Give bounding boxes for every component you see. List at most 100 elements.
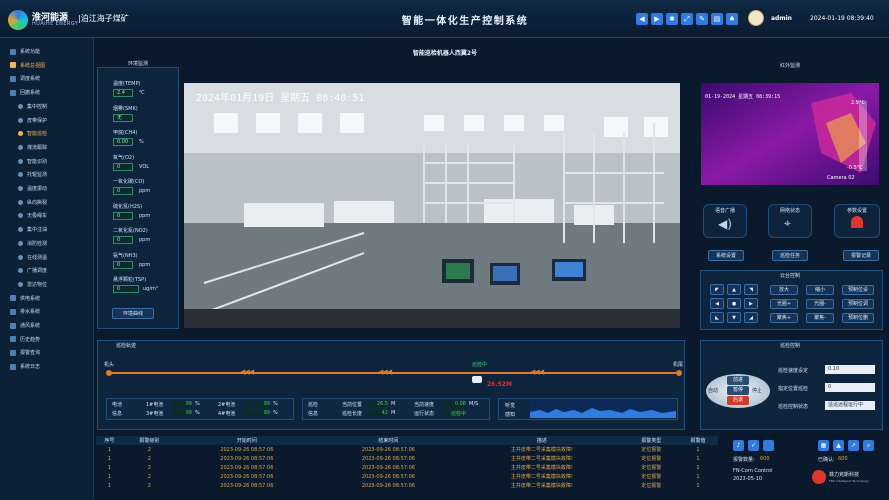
ptz-button[interactable]: 聚焦+ bbox=[770, 313, 798, 323]
sidebar-item[interactable]: 智能巡检 bbox=[0, 128, 94, 141]
sidebar-item[interactable]: 供电系统 bbox=[0, 293, 94, 306]
sidebar-item[interactable]: 雷达物位 bbox=[0, 279, 94, 292]
table-row[interactable]: 1 2 2023-09-26 08:57:06 2023-09-26 08:57:06… bbox=[96, 472, 718, 481]
down-right-arrow-icon[interactable]: ◢ bbox=[744, 312, 758, 323]
infrared-view[interactable]: 01-19-2024 星期五 08:39:15 2.9°C -0.5°C Cam… bbox=[701, 83, 879, 185]
sidebar-item-label: 纵向撕裂 bbox=[27, 199, 48, 206]
down-arrow-icon[interactable]: ▼ bbox=[727, 312, 741, 323]
down-left-arrow-icon[interactable]: ◣ bbox=[710, 312, 724, 323]
print-icon[interactable]: ▤ bbox=[711, 13, 723, 25]
sidebar-item[interactable]: 煤流跟踪 bbox=[0, 142, 94, 155]
patrol-task-button[interactable]: 巡检任务 bbox=[772, 250, 808, 261]
camera-feed[interactable]: 2024年01月19日 星期五 08:40:51 bbox=[184, 83, 680, 328]
alarm-cell: 定位报警 bbox=[641, 447, 662, 453]
arrow-right-icon[interactable]: ▶ bbox=[651, 13, 663, 25]
sidebar-item[interactable]: 皮带保护 bbox=[0, 115, 94, 128]
sidebar-item[interactable]: 广播调度 bbox=[0, 265, 94, 278]
sidebar-item[interactable]: 无极绳车 bbox=[0, 210, 94, 223]
sidebar-item[interactable]: 通风系统 bbox=[0, 320, 94, 333]
alarm-column-header: 描述 bbox=[459, 436, 625, 445]
battery-row-label: 信息 bbox=[112, 411, 123, 417]
alarm-cell: 2 bbox=[147, 446, 151, 453]
stop-button[interactable]: 停止 bbox=[752, 387, 762, 394]
check-icon[interactable]: ✓ bbox=[748, 440, 759, 451]
alarm-cell: 1 bbox=[696, 446, 700, 453]
track-right-label: 机尾 bbox=[673, 362, 684, 368]
settings-icon[interactable]: ✱ bbox=[666, 13, 678, 25]
sensor-unit: ℃ bbox=[139, 90, 145, 96]
ptz-button[interactable]: 放大 bbox=[770, 285, 798, 295]
expand-icon[interactable]: ⤢ bbox=[681, 13, 693, 25]
infrared-stamp: 01-19-2024 星期五 08:39:15 bbox=[705, 94, 781, 100]
chart-icon[interactable]: ▲ bbox=[833, 440, 844, 451]
sidebar-item[interactable]: 纵向撕裂 bbox=[0, 197, 94, 210]
edit-icon[interactable]: ✎ bbox=[696, 13, 708, 25]
sidebar-item[interactable]: 在线测温 bbox=[0, 252, 94, 265]
track-status: 巡检中 bbox=[472, 362, 488, 368]
sidebar-item[interactable]: 系统日志 bbox=[0, 361, 94, 374]
ptz-button[interactable]: 光圈- bbox=[806, 299, 834, 309]
sidebar-item[interactable]: 回撤系统 bbox=[0, 87, 94, 100]
sidebar-item[interactable]: 系统功能 bbox=[0, 46, 94, 59]
table-row[interactable]: 1 2 2023-09-26 08:57:06 2023-09-26 08:57:06… bbox=[96, 481, 718, 490]
avatar[interactable] bbox=[748, 10, 764, 26]
alarm-cell: 2023-09-26 08:57:06 bbox=[220, 446, 274, 453]
audio-label-1: 听觉 bbox=[505, 403, 516, 409]
left-arrow-icon[interactable]: ◀ bbox=[710, 298, 724, 309]
pause-button[interactable]: 暂停 bbox=[727, 386, 749, 395]
grid-icon[interactable]: ▦ bbox=[818, 440, 829, 451]
control-row-value[interactable]: 遥遥远程运行中 bbox=[825, 401, 875, 410]
sound-icon[interactable]: ♪ bbox=[733, 440, 744, 451]
ptz-button[interactable]: 聚焦- bbox=[806, 313, 834, 323]
sidebar-item[interactable]: 托辊监测 bbox=[0, 169, 94, 182]
sidebar-item[interactable]: 消防检测 bbox=[0, 238, 94, 251]
sidebar-item[interactable]: 智能识别 bbox=[0, 156, 94, 169]
sidebar-item[interactable]: 历史趋势 bbox=[0, 334, 94, 347]
sidebar-item-icon bbox=[18, 268, 23, 274]
backward-button[interactable]: 后退 bbox=[727, 396, 749, 405]
up-left-arrow-icon[interactable]: ◤ bbox=[710, 284, 724, 295]
alarm-cell: 1 bbox=[696, 482, 700, 489]
sidebar-item[interactable]: 排水系统 bbox=[0, 306, 94, 319]
alarm-cell: 2 bbox=[147, 473, 151, 480]
auto-button[interactable]: 自动 bbox=[708, 387, 718, 394]
sidebar-item[interactable]: 系统总视图 bbox=[0, 60, 94, 73]
shirt-icon[interactable]: ♠ bbox=[726, 13, 738, 25]
trend-icon[interactable]: ↗ bbox=[848, 440, 859, 451]
forward-button[interactable]: 前进 bbox=[727, 376, 749, 385]
table-row[interactable]: 1 2 2023-09-26 08:57:06 2023-09-26 08:57:06… bbox=[96, 454, 718, 463]
system-settings-button[interactable]: 系统设置 bbox=[708, 250, 744, 261]
ptz-button[interactable]: 预制位删 bbox=[842, 313, 874, 323]
sidebar-item-label: 广播调度 bbox=[27, 268, 48, 275]
sidebar-item[interactable]: 集中控制 bbox=[0, 101, 94, 114]
sensor-label: 烟雾(SMK) bbox=[113, 105, 138, 112]
ptz-button[interactable]: 预制位调 bbox=[842, 299, 874, 309]
right-arrow-icon[interactable]: ▶ bbox=[744, 298, 758, 309]
table-row[interactable]: 1 2 2023-09-26 08:57:06 2023-09-26 08:57:06… bbox=[96, 445, 718, 454]
version-date: 2023-05-10 bbox=[733, 476, 763, 482]
sidebar-item[interactable]: 调度系统 bbox=[0, 73, 94, 86]
sidebar-item-icon bbox=[18, 227, 23, 233]
control-row-value[interactable]: 0 bbox=[825, 383, 875, 392]
ptz-button[interactable]: 预制位设 bbox=[842, 285, 874, 295]
control-row-value[interactable]: 0.10 bbox=[825, 365, 875, 374]
control-row-label: 巡检速度设定 bbox=[778, 368, 809, 374]
mine-name: |泊江海子煤矿 bbox=[78, 14, 129, 23]
alarm-cell: 定位报警 bbox=[641, 456, 662, 462]
ptz-button[interactable]: 缩小 bbox=[806, 285, 834, 295]
search-icon[interactable]: ⌕ bbox=[863, 440, 874, 451]
infrared-max: 2.9°C bbox=[851, 100, 865, 106]
alarm-record-button[interactable]: 报警记录 bbox=[843, 250, 879, 261]
sidebar-item[interactable]: 集中注油 bbox=[0, 224, 94, 237]
blank-square-icon[interactable] bbox=[763, 440, 774, 451]
sidebar-item-icon bbox=[10, 48, 16, 55]
arrow-left-icon[interactable]: ◀ bbox=[636, 13, 648, 25]
up-arrow-icon[interactable]: ▲ bbox=[727, 284, 741, 295]
sidebar-item[interactable]: 报警查询 bbox=[0, 347, 94, 360]
env-curve-button[interactable]: 环境曲线 bbox=[112, 308, 154, 319]
table-row[interactable]: 1 2 2023-09-26 08:57:06 2023-09-26 08:57:06… bbox=[96, 463, 718, 472]
up-right-arrow-icon[interactable]: ◥ bbox=[744, 284, 758, 295]
sidebar-item[interactable]: 温度振动 bbox=[0, 183, 94, 196]
center-icon[interactable]: ● bbox=[727, 298, 741, 309]
ptz-button[interactable]: 光圈+ bbox=[770, 299, 798, 309]
